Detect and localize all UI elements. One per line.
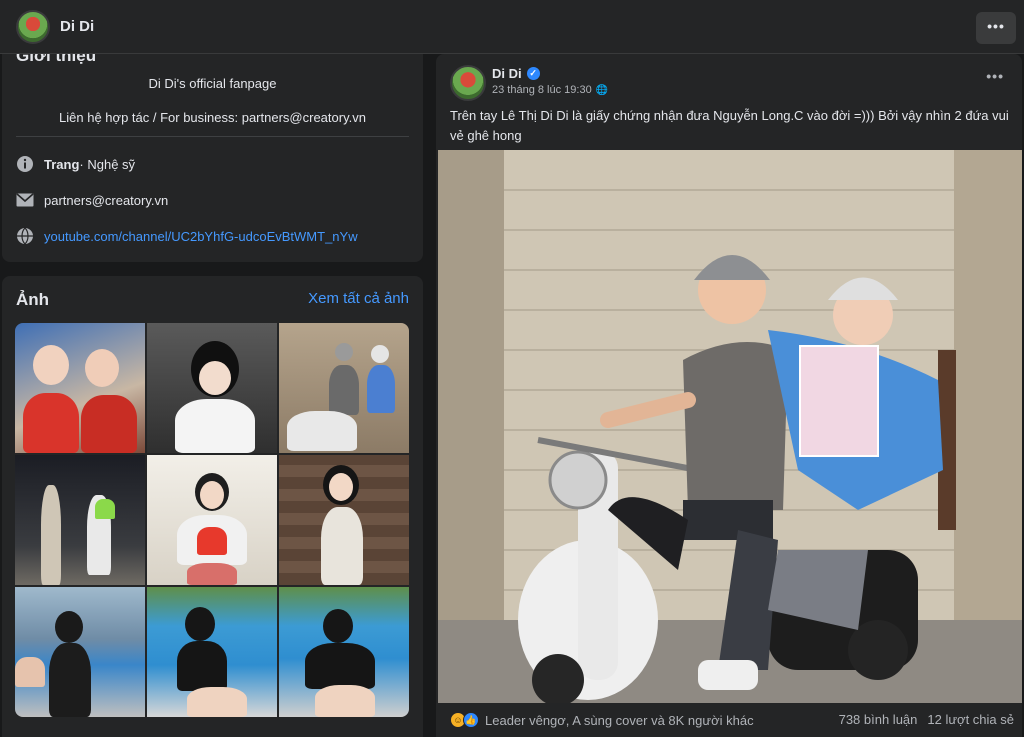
globe-icon: 🌐 <box>595 84 609 96</box>
comments-count[interactable]: 738 bình luận <box>839 712 918 727</box>
photo-thumbnail[interactable] <box>15 587 145 717</box>
mail-icon <box>16 191 34 209</box>
like-reaction-icon: 👍 <box>463 712 479 728</box>
bio-line-1: Di Di's official fanpage <box>148 76 277 91</box>
intro-card: Giới thiệu Di Di's official fanpage Liên… <box>2 54 423 262</box>
post-author-name[interactable]: Di Di <box>492 66 522 81</box>
photo-thumbnail[interactable] <box>279 323 409 453</box>
reactions-text[interactable]: Leader vêngơ, A sùng cover và 8K người k… <box>485 713 754 728</box>
website-row: youtube.com/channel/UC2bYhfG-udcoEvBtWMT… <box>16 226 358 246</box>
see-all-photos-link[interactable]: Xem tất cả ảnh <box>308 290 409 307</box>
top-bar: Di Di ••• <box>0 0 1024 54</box>
photo-thumbnail[interactable] <box>279 455 409 585</box>
email-text: partners@creatory.vn <box>44 192 169 208</box>
post-counts: 738 bình luận 12 lượt chia sẻ <box>839 712 1014 727</box>
photo-grid <box>15 323 409 717</box>
post-author-row: Di Di ✓ <box>492 66 540 81</box>
post-author-avatar[interactable] <box>450 65 486 101</box>
globe-icon <box>16 227 34 245</box>
email-row: partners@creatory.vn <box>16 190 168 210</box>
photo-thumbnail[interactable] <box>279 587 409 717</box>
post-card: Di Di ✓ 23 tháng 8 lúc 19:30 🌐 ••• Trên … <box>436 54 1022 737</box>
page-avatar[interactable] <box>16 10 50 44</box>
shares-count[interactable]: 12 lượt chia sẻ <box>927 712 1014 727</box>
verified-icon: ✓ <box>526 67 540 80</box>
more-options-button[interactable]: ••• <box>976 12 1016 44</box>
photo-thumbnail[interactable] <box>15 455 145 585</box>
post-timestamp[interactable]: 23 tháng 8 lúc 19:30 <box>492 84 592 96</box>
post-footer: ☺ 👍 Leader vêngơ, A sùng cover và 8K ngư… <box>436 703 1022 737</box>
post-more-button[interactable]: ••• <box>986 68 1004 84</box>
category-text: · Nghệ sỹ <box>79 156 136 172</box>
photo-thumbnail[interactable] <box>147 587 277 717</box>
category-row: Trang · Nghệ sỹ <box>16 154 135 174</box>
category-prefix: Trang <box>44 156 80 172</box>
bio-line-2: Liên hệ hợp tác / For business: partners… <box>59 110 366 125</box>
post-text: Trên tay Lê Thị Di Di là giấy chứng nhận… <box>450 108 1009 143</box>
reactions-summary[interactable]: ☺ 👍 Leader vêngơ, A sùng cover và 8K ngư… <box>450 712 754 728</box>
intro-divider <box>16 136 409 137</box>
post-photo[interactable] <box>438 150 1022 703</box>
photo-thumbnail[interactable] <box>147 323 277 453</box>
photos-title: Ảnh <box>16 290 50 309</box>
photo-thumbnail[interactable] <box>15 323 145 453</box>
page-title[interactable]: Di Di <box>60 18 94 35</box>
website-link[interactable]: youtube.com/channel/UC2bYhfG-udcoEvBtWMT… <box>44 229 358 244</box>
intro-title: Giới thiệu <box>16 54 97 65</box>
info-icon <box>16 155 34 173</box>
photos-card: Ảnh Xem tất cả ảnh <box>2 276 423 737</box>
post-meta: 23 tháng 8 lúc 19:30 🌐 <box>492 84 608 96</box>
photo-thumbnail[interactable] <box>147 455 277 585</box>
